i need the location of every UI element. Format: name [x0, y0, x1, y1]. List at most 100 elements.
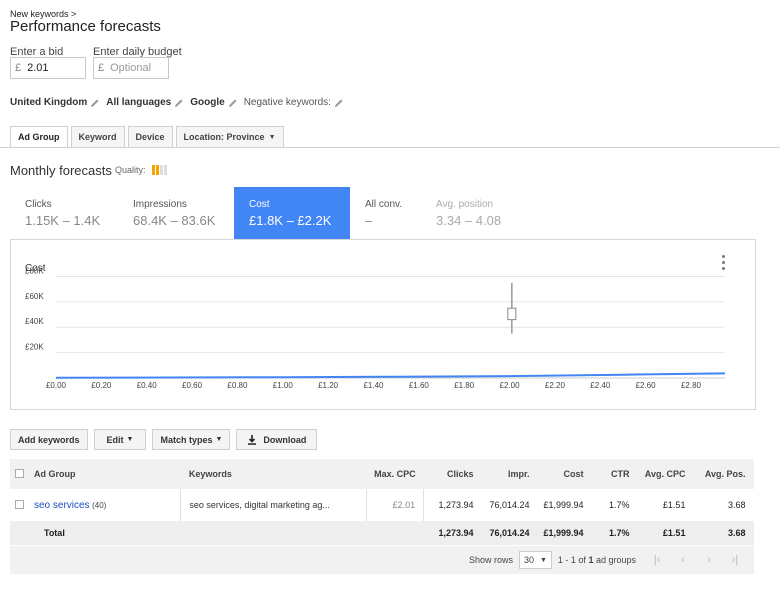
prev-page-icon[interactable]: ‹ [672, 550, 694, 570]
col-avg-pos[interactable]: Avg. Pos. [693, 459, 753, 489]
metric-value: £1.8K – £2.2K [249, 213, 332, 228]
quality-bar-icon [151, 165, 155, 175]
col-cost[interactable]: Cost [538, 459, 592, 489]
page-range-suffix: ad groups [595, 555, 636, 565]
metric-clicks[interactable]: Clicks 1.15K – 1.4K [10, 187, 118, 239]
caret-down-icon: ▼ [215, 436, 223, 443]
add-keywords-button[interactable]: Add keywords [10, 429, 88, 450]
pagination-bar: Show rows 30 ▼ 1 - 1 of 1 ad groups |‹ ‹… [10, 546, 754, 574]
pencil-icon[interactable] [90, 98, 100, 108]
metric-value: 68.4K – 83.6K [133, 213, 216, 228]
quality-label: Quality: [115, 165, 146, 175]
targeting-network[interactable]: Google [190, 97, 224, 108]
total-cost: £1,999.94 [543, 528, 584, 538]
table-row: seo services (40) seo services, digital … [10, 489, 754, 521]
edit-label: Edit [106, 434, 124, 445]
pencil-icon[interactable] [334, 98, 344, 108]
row-clicks: 1,273.94 [423, 489, 482, 521]
rows-per-page-select[interactable]: 30 ▼ [518, 551, 552, 569]
tab-device[interactable]: Device [127, 126, 173, 148]
metric-label: All conv. [365, 199, 403, 210]
rows-per-page-value: 30 [523, 555, 534, 565]
row-avg-cpc: £1.51 [662, 500, 686, 510]
metric-label: Impressions [133, 199, 187, 210]
x-tick-label: £2.20 [545, 381, 566, 390]
next-page-icon[interactable]: › [698, 550, 720, 570]
page-title: Performance forecasts [10, 18, 161, 35]
row-checkbox[interactable] [15, 499, 24, 509]
first-page-icon[interactable]: |‹ [646, 550, 668, 570]
quality-indicator: Quality: [115, 165, 167, 175]
bid-input[interactable]: £ 2.01 [10, 57, 86, 79]
x-tick-label: £0.80 [227, 381, 248, 390]
total-avg-pos: 3.68 [727, 528, 746, 538]
metric-avg-position[interactable]: Avg. position 3.34 – 4.08 [421, 187, 541, 239]
metric-all-conv[interactable]: All conv. – [350, 187, 421, 239]
total-ctr: 1.7% [608, 528, 630, 538]
row-keywords: seo services, digital marketing ag... [180, 489, 367, 521]
download-button[interactable]: Download [236, 429, 318, 450]
caret-down-icon: ▼ [126, 436, 134, 443]
x-tick-label: £2.60 [636, 381, 657, 390]
targeting-location[interactable]: United Kingdom [10, 97, 87, 108]
row-impr: 76,014.24 [489, 500, 530, 510]
cost-series-line [55, 372, 726, 379]
x-tick-label: £0.60 [182, 381, 203, 390]
last-page-icon[interactable]: ›| [724, 550, 746, 570]
edit-button[interactable]: Edit ▼ [93, 429, 147, 450]
row-ctr: 1.7% [608, 500, 630, 510]
caret-down-icon: ▼ [539, 556, 547, 564]
metrics-strip: Clicks 1.15K – 1.4K Impressions 68.4K – … [10, 187, 756, 239]
col-avg-cpc[interactable]: Avg. CPC [638, 459, 694, 489]
x-tick-label: £1.40 [363, 381, 384, 390]
quality-bar-icon [155, 165, 159, 175]
x-tick-label: £2.80 [681, 381, 702, 390]
col-impr[interactable]: Impr. [482, 459, 538, 489]
y-tick-label: £80K [25, 266, 44, 275]
match-types-button[interactable]: Match types ▼ [152, 429, 231, 450]
col-ctr[interactable]: CTR [592, 459, 638, 489]
budget-currency: £ [98, 62, 105, 74]
tab-divider [0, 147, 780, 148]
metric-cost[interactable]: Cost £1.8K – £2.2K [234, 187, 350, 239]
monthly-forecasts-title: Monthly forecasts [10, 163, 112, 178]
budget-placeholder: Optional [110, 62, 152, 74]
download-label: Download [263, 434, 307, 445]
tab-ad-group[interactable]: Ad Group [10, 126, 68, 148]
keyword-count: (40) [92, 500, 107, 510]
page-range-prefix: 1 - 1 of [557, 555, 586, 565]
metric-label: Clicks [25, 199, 52, 210]
tab-location-label: Location: Province [183, 132, 265, 142]
tab-location-province[interactable]: Location: Province ▼ [175, 126, 284, 148]
targeting-bar: United Kingdom All languages Google Nega… [10, 97, 350, 108]
col-clicks[interactable]: Clicks [424, 459, 482, 489]
forecast-chart-panel: Cost £20K £40K £60K £80K £0.00 £0.20 £0.40 £0.6… [10, 239, 756, 410]
quality-bar-icon [163, 165, 167, 175]
col-max-cpc[interactable]: Max. CPC [367, 459, 424, 489]
row-cost: £1,999.94 [543, 500, 584, 510]
x-tick-label: £1.20 [318, 381, 339, 390]
total-label: Total [43, 528, 65, 538]
ad-group-link[interactable]: seo services [34, 500, 90, 511]
metric-value: 1.15K – 1.4K [25, 213, 101, 228]
col-ad-group[interactable]: Ad Group [30, 459, 181, 489]
table-header-row: Ad Group Keywords Max. CPC Clicks Impr. … [10, 459, 754, 489]
x-tick-label: £1.00 [273, 381, 294, 390]
caret-down-icon: ▼ [268, 133, 276, 141]
targeting-negative-keywords[interactable]: Negative keywords: [244, 97, 331, 108]
range-box [507, 307, 517, 321]
x-tick-label: £0.40 [137, 381, 158, 390]
page-range-total: 1 [588, 555, 594, 565]
targeting-language[interactable]: All languages [106, 97, 171, 108]
select-all-checkbox[interactable] [15, 468, 24, 478]
pencil-icon[interactable] [174, 98, 184, 108]
col-keywords: Keywords [188, 469, 232, 479]
x-tick-label: £1.80 [454, 381, 475, 390]
row-avg-pos: 3.68 [727, 500, 746, 510]
row-max-cpc[interactable]: £2.01 [366, 489, 424, 521]
tab-keyword[interactable]: Keyword [70, 126, 125, 148]
metric-impressions[interactable]: Impressions 68.4K – 83.6K [118, 187, 234, 239]
budget-input[interactable]: £ Optional [93, 57, 169, 79]
match-types-label: Match types [160, 434, 213, 445]
pencil-icon[interactable] [228, 98, 238, 108]
